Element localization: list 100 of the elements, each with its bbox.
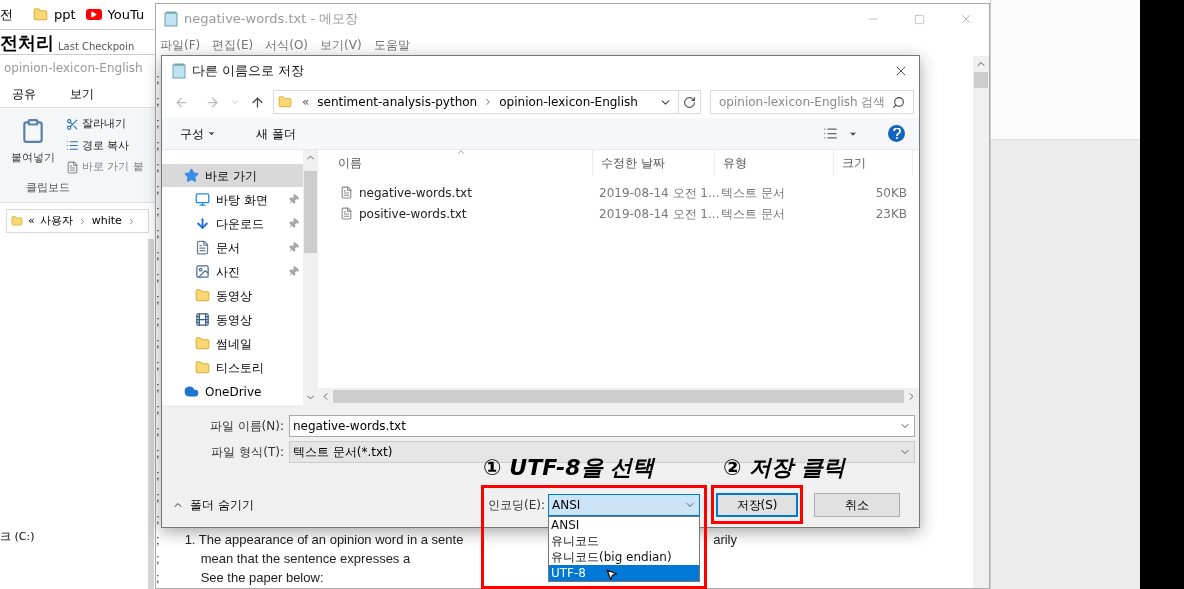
file-name-field[interactable]: negative-words.txt [289, 415, 915, 437]
menu-item[interactable]: 도움말 [373, 36, 410, 54]
nav-item[interactable]: 티스토리 [162, 356, 303, 379]
breadcrumb-item[interactable]: sentiment-analysis-python [317, 93, 478, 111]
drive-label[interactable]: 크 (C:) [0, 528, 148, 545]
nav-item[interactable]: 사진 [162, 260, 303, 283]
ribbon-command[interactable]: 바로 가기 붙 [66, 159, 144, 176]
ribbon-tab[interactable]: 보기 [70, 85, 94, 103]
comment-mark: ; [156, 549, 160, 568]
new-folder-button[interactable]: 새 폴더 [256, 124, 296, 143]
comment-mark: ; [156, 356, 160, 375]
breadcrumb-item[interactable]: white [91, 212, 122, 230]
comment-mark: ; [156, 334, 160, 353]
bookmark[interactable]: ppt [33, 4, 76, 25]
menu-item[interactable]: 보기(V) [320, 36, 362, 54]
encoding-option[interactable]: 유니코드 [549, 533, 699, 549]
scrollbar[interactable] [148, 239, 154, 589]
ribbon-command[interactable]: 잘라내기 [66, 116, 144, 133]
comment-mark: ; [156, 400, 160, 419]
menu-item[interactable]: 파일(F) [160, 36, 201, 54]
comment-mark: ; [156, 568, 160, 587]
picture-icon [195, 264, 210, 279]
scroll-thumb[interactable] [304, 171, 317, 253]
comment-mark: ; [156, 378, 160, 397]
file-icon [340, 207, 353, 220]
address-bar[interactable]: « sentiment-analysis-python opinion-lexicon-English [273, 90, 701, 114]
nav-item[interactable]: 다운로드 [162, 212, 303, 235]
encoding-option[interactable]: UTF-8 [549, 565, 699, 581]
comment-mark: ; [156, 246, 160, 265]
menu-item[interactable]: 서식(O) [265, 36, 309, 54]
nav-item[interactable]: 동영상 [162, 284, 303, 307]
page-heading: 전처리 [0, 32, 54, 54]
sort-icon [456, 147, 466, 157]
file-name[interactable]: positive-words.txt [359, 204, 467, 223]
encoding-dropdown[interactable]: ANSI [548, 494, 700, 516]
cancel-button[interactable]: 취소 [814, 493, 900, 517]
scrollbar[interactable] [303, 150, 318, 405]
scrollbar[interactable] [973, 56, 989, 588]
address-bar[interactable]: « 사용자 white [6, 209, 149, 233]
breadcrumb-item[interactable]: 사용자 [39, 212, 73, 230]
column-header[interactable]: 유형 [715, 150, 834, 176]
comment-mark: ; [156, 70, 160, 89]
recent-icon[interactable] [230, 97, 240, 107]
nav-item[interactable]: 문서 [162, 236, 303, 259]
comment-mark: ; [156, 92, 160, 111]
encoding-label: 인코딩(E): [488, 497, 543, 514]
comment-mark: ; [156, 180, 160, 199]
comment-mark: ; [156, 290, 160, 309]
document-icon [195, 240, 210, 255]
horizontal-scrollbar[interactable] [318, 388, 919, 405]
clipboard-icon [20, 116, 46, 146]
menu-item[interactable]: 편집(E) [212, 36, 254, 54]
column-header[interactable]: 이름 [318, 150, 593, 176]
breadcrumb-item[interactable]: opinion-lexicon-English [499, 93, 638, 111]
help-icon[interactable] [888, 125, 905, 142]
view-icon[interactable] [823, 126, 838, 141]
scroll-thumb[interactable] [333, 390, 904, 403]
up-icon[interactable] [250, 94, 265, 110]
cloud-icon [184, 384, 199, 399]
text-line: See the paper below: [200, 568, 324, 587]
bookmark[interactable]: YouTu [85, 4, 145, 25]
path-icon [66, 139, 79, 153]
forward-icon[interactable] [205, 94, 220, 110]
nav-item[interactable]: 바로 가기 [162, 164, 303, 187]
comment-mark: ; [156, 158, 160, 177]
star-icon [184, 168, 199, 183]
file-size: 50KB [874, 184, 908, 202]
search-icon [892, 95, 905, 109]
nav-item[interactable]: 동영상 [162, 308, 303, 331]
back-icon[interactable] [174, 94, 189, 110]
search-placeholder: opinion-lexicon-English 검색 [719, 94, 886, 111]
nav-item[interactable]: 바탕 화면 [162, 188, 303, 211]
column-header[interactable]: 크기 [834, 150, 913, 176]
caret-icon [207, 129, 216, 138]
encoding-option[interactable]: 유니코드(big endian) [549, 549, 699, 565]
ribbon-tab[interactable]: 공유 [12, 85, 36, 103]
hide-folders-button[interactable]: 폴더 숨기기 [172, 496, 254, 514]
column-header[interactable]: 수정한 날짜 [593, 150, 715, 176]
comment-mark: ; [156, 466, 160, 485]
folder-icon [195, 288, 210, 303]
folder-icon [33, 7, 48, 22]
organize-button[interactable]: 구성 [180, 124, 216, 143]
file-name[interactable]: negative-words.txt [359, 183, 472, 202]
maximize-icon[interactable] [914, 13, 925, 25]
window-title: opinion-lexicon-English [3, 60, 144, 77]
folder-icon [278, 95, 292, 109]
comment-mark: ; [156, 136, 160, 155]
nav-item[interactable]: 썸네일 [162, 332, 303, 355]
search-field[interactable]: opinion-lexicon-English 검색 [710, 90, 914, 114]
ribbon-command[interactable]: 경로 복사 [66, 137, 144, 154]
encoding-option[interactable]: ANSI [549, 517, 699, 533]
play-icon [85, 9, 102, 20]
nav-item[interactable]: OneDrive [162, 380, 303, 403]
save-button[interactable]: 저장(S) [716, 493, 798, 517]
paste-button[interactable]: 붙여넣기 [11, 150, 55, 167]
refresh-icon [683, 95, 696, 109]
breadcrumb-prefix: « [302, 94, 310, 111]
shortcut-icon [66, 160, 79, 174]
scroll-thumb[interactable] [974, 72, 988, 88]
text-line: arily [713, 530, 737, 549]
